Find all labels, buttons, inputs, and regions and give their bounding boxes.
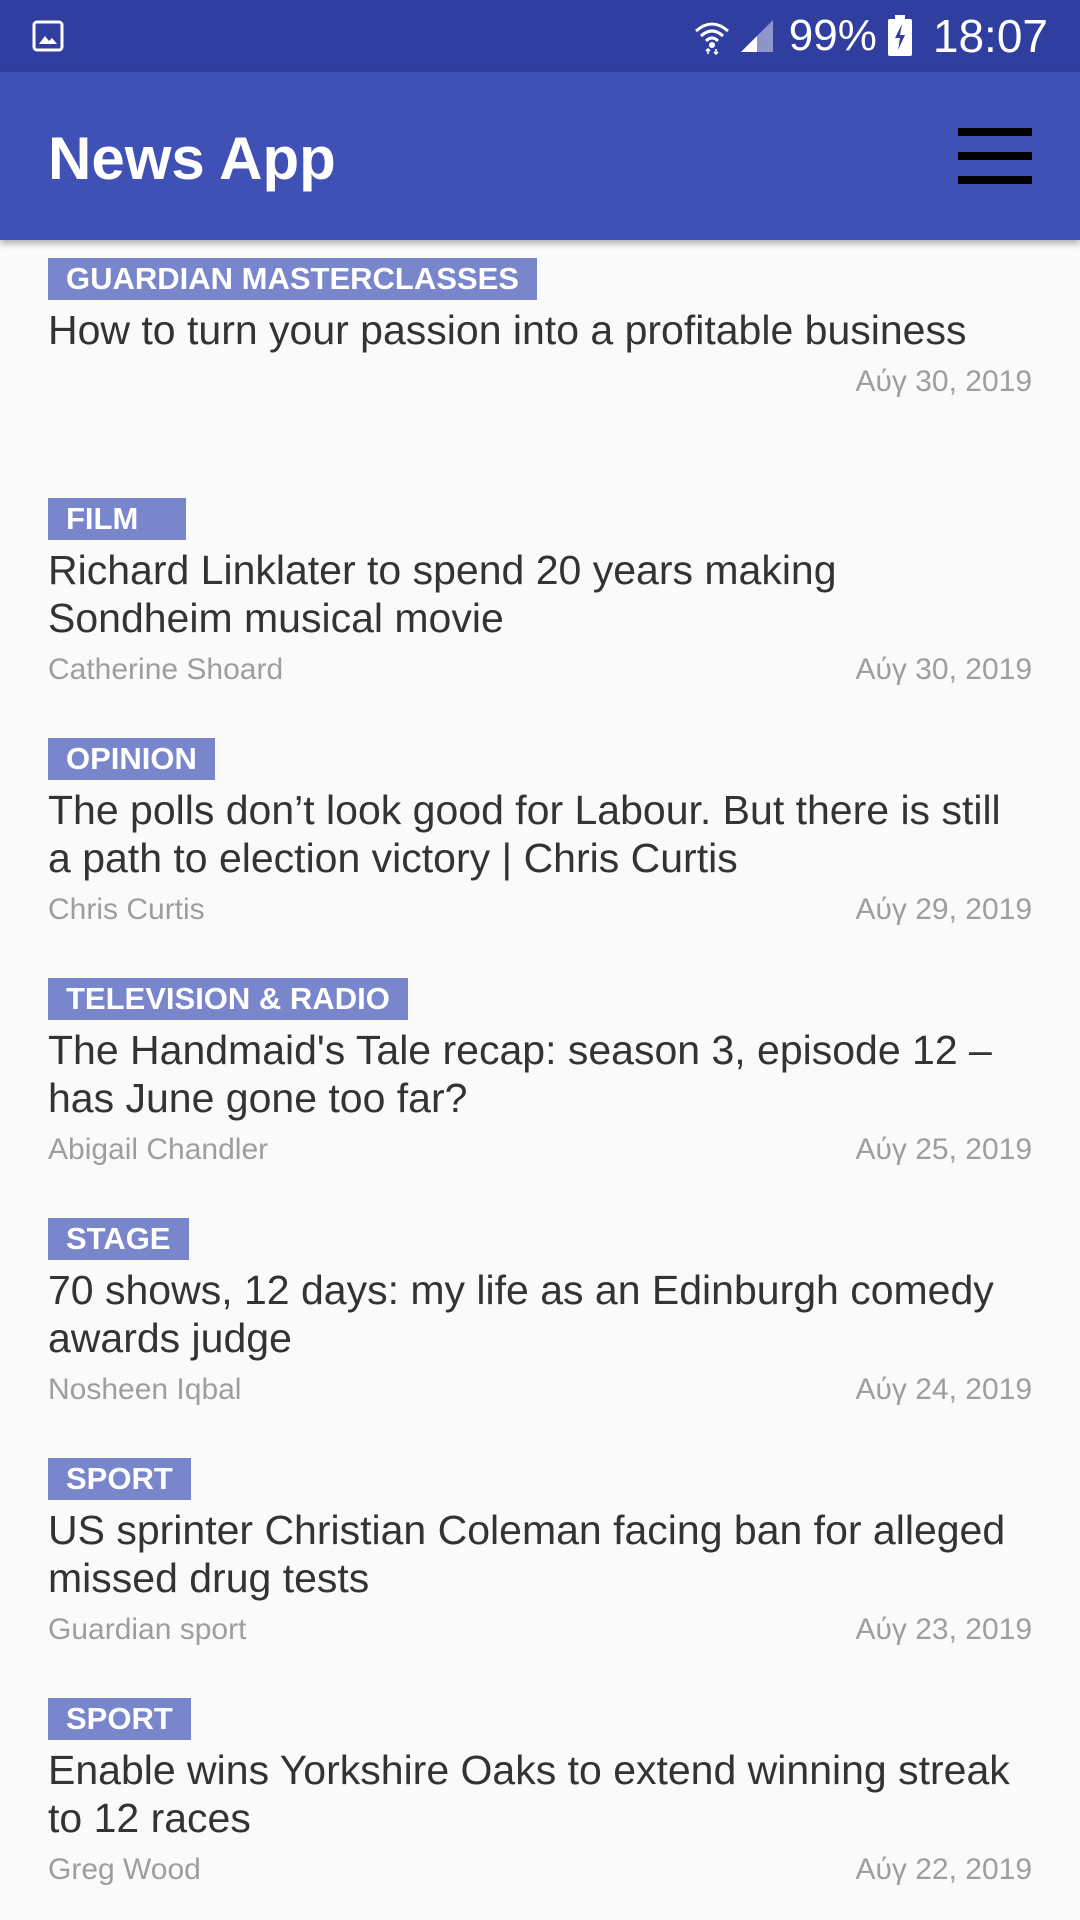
menu-bar-line: [958, 152, 1032, 160]
article-date: Αύγ 23, 2019: [855, 1613, 1032, 1646]
article-headline: How to turn your passion into a profitab…: [48, 307, 967, 353]
section-tag: Television & radio: [48, 978, 408, 1020]
battery-icon: [887, 15, 912, 56]
section-tag: Guardian Masterclasses: [48, 258, 537, 300]
article-author: Abigail Chandler: [48, 1133, 269, 1166]
news-list[interactable]: Guardian Masterclasses How to turn your …: [0, 240, 1080, 1920]
app-bar: News App: [0, 72, 1080, 240]
section-tag: Film: [48, 498, 186, 540]
news-item[interactable]: Sport US sprinter Christian Coleman faci…: [48, 1440, 1032, 1680]
menu-bar-line: [958, 176, 1032, 184]
news-item[interactable]: Film Richard Linklater to spend 20 years…: [48, 480, 1032, 720]
article-headline: The Handmaid's Tale recap: season 3, epi…: [48, 1027, 992, 1121]
menu-bar-line: [958, 128, 1032, 136]
gallery-icon: [32, 20, 64, 52]
wifi-icon: [694, 22, 729, 55]
article-date: Αύγ 22, 2019: [855, 1853, 1032, 1886]
article-date: Αύγ 30, 2019: [855, 365, 1032, 398]
hamburger-menu-icon[interactable]: [958, 128, 1032, 184]
article-date: Αύγ 29, 2019: [855, 893, 1032, 926]
article-author: Catherine Shoard: [48, 653, 284, 686]
section-tag: Opinion: [48, 738, 215, 780]
article-author: Guardian sport: [48, 1613, 247, 1646]
article-date: Αύγ 24, 2019: [855, 1373, 1032, 1406]
article-date: Αύγ 25, 2019: [855, 1133, 1032, 1166]
article-author: Greg Wood: [48, 1853, 201, 1886]
battery-percent: 99%: [788, 11, 877, 60]
news-item[interactable]: Guardian Masterclasses How to turn your …: [48, 240, 1032, 480]
status-clock: 18:07: [932, 10, 1048, 62]
article-headline: Enable wins Yorkshire Oaks to extend win…: [48, 1747, 1010, 1841]
article-headline: 70 shows, 12 days: my life as an Edinbur…: [48, 1267, 994, 1361]
news-item[interactable]: Opinion The polls don’t look good for La…: [48, 720, 1032, 960]
article-author: Nosheen Iqbal: [48, 1373, 242, 1406]
news-item[interactable]: Stage 70 shows, 12 days: my life as an E…: [48, 1200, 1032, 1440]
app-title: News App: [48, 125, 336, 192]
section-tag: Sport: [48, 1698, 191, 1740]
news-item[interactable]: Television & radio The Handmaid's Tale r…: [48, 960, 1032, 1200]
signal-icon: [740, 20, 773, 52]
article-headline: Richard Linklater to spend 20 years maki…: [48, 547, 837, 641]
article-date: Αύγ 30, 2019: [855, 653, 1032, 686]
status-bar: 99% 18:07: [0, 0, 1080, 72]
section-tag: Stage: [48, 1218, 189, 1260]
article-headline: The polls don’t look good for Labour. Bu…: [48, 787, 1001, 881]
news-item[interactable]: Sport Enable wins Yorkshire Oaks to exte…: [48, 1680, 1032, 1920]
section-tag: Sport: [48, 1458, 191, 1500]
status-indicators: 99% 18:07: [693, 0, 1048, 72]
article-headline: US sprinter Christian Coleman facing ban…: [48, 1507, 1006, 1601]
article-author: Chris Curtis: [48, 893, 205, 926]
